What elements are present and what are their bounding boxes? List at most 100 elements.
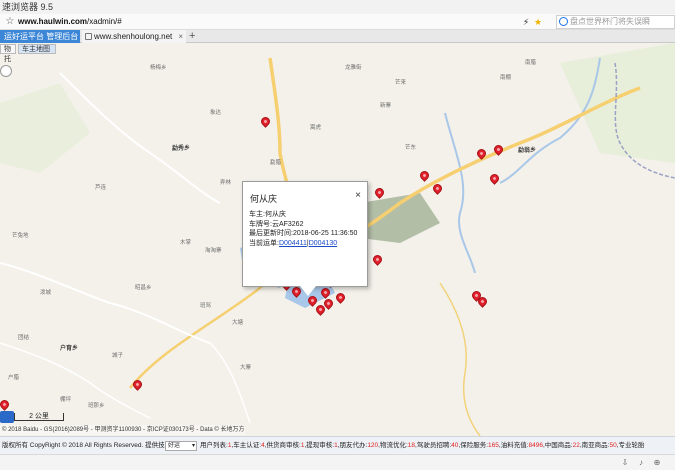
vehicle-info-window: 何从庆 × 车主:何从庆 车牌号:云AF3262 最后更新时间:2018-06-… [242,181,368,287]
stat-item[interactable]: 用户列表:1, [200,442,233,449]
stat-value: 120 [367,442,379,449]
stat-item[interactable]: 专业轮胎 [619,442,645,449]
map-canvas[interactable]: 物托 车主地图 杨梅乡 勐秀乡 芒兔地 户育乡 班那乡 昭昌乡 芦连 木掌 勐腊… [0,43,675,436]
map-pan-control-icon[interactable] [0,65,12,77]
footer-copyright: 版权所有 CopyRight © 2018 All Rights Reserve… [2,442,185,449]
tab-bar: 运好运平台 管理后台 www.shenhoulong.net × + [0,30,675,43]
stat-label: 专业轮胎 [618,442,645,449]
stat-item[interactable]: 供货商审核:1, [267,442,307,449]
place-label: 木掌 [180,240,192,246]
stat-label: 物流优化: [379,442,408,449]
stat-label: 车主认证: [233,442,262,449]
stat-item[interactable]: 油料充值:8496, [501,442,545,449]
lightning-icon[interactable]: ⚡ [520,15,532,29]
address-icons: ⚡ ★ [520,15,548,29]
support-select[interactable]: 好运 [165,441,197,451]
zoom-icon[interactable]: ⊕ [652,458,662,468]
place-label: 班骂 [200,303,212,309]
page-favicon-icon [85,33,92,40]
stat-label: 朋友代办: [339,442,368,449]
sound-icon[interactable]: ♪ [636,458,646,468]
place-label: 新寨 [380,103,392,109]
place-label: 杨梅乡 [150,65,167,71]
stat-label: 提现审核: [306,442,335,449]
url-host: www.haulwin.com [18,17,88,26]
place-label: 龙雅街 [345,65,362,71]
place-label: 芒兔地 [12,233,29,239]
stat-label: 保险服务: [460,442,489,449]
place-label: 班那乡 [88,403,105,409]
download-icon[interactable]: ⇩ [620,458,630,468]
place-label: 芒来 [395,80,407,86]
order-link[interactable]: D004411 [279,240,307,247]
place-label: 弄林 [220,180,232,186]
place-label: 勐秀乡 [172,146,191,152]
stat-item[interactable]: 保险服务:165, [460,442,500,449]
place-label: 昭昌乡 [135,285,152,291]
stat-value: 50 [609,442,617,449]
close-icon[interactable]: × [355,190,361,201]
place-label: 勐腊 [270,160,282,166]
stat-item[interactable]: 中国商品:22, [545,442,582,449]
place-label: 大寨 [240,365,252,371]
stat-item[interactable]: 朋友代办:120, [340,442,380,449]
orders-row: 当前运单:D004411|D004130 [249,239,338,247]
map-tab-vehicle-map[interactable]: 车主地图 [18,44,56,54]
stat-label: 供货商审核: [266,442,301,449]
plate-row: 车牌号:云AF3262 [249,220,304,228]
place-label: 南腊 [525,60,537,66]
search-icon [559,17,568,26]
place-label: 芒东 [405,145,417,151]
stat-value: 22 [572,442,580,449]
address-bar: ☆ www.haulwin.com/xadmin/# ⚡ ★ 盘点世界杯门将失误瞬 [0,14,675,30]
place-label: 南棚 [500,75,512,81]
place-label: 象达 [210,110,222,116]
search-input[interactable]: 盘点世界杯门将失误瞬 [556,15,675,29]
tab-label: www.shenhoulong.net [94,32,173,41]
window-title: 速浏览器 9.5 [0,0,675,14]
tab-close-icon[interactable]: × [178,30,183,43]
stat-item[interactable]: 南亚商品:50, [582,442,619,449]
place-label: 勐翁乡 [518,148,537,154]
map-tab-1[interactable]: 物托 [0,44,16,63]
new-tab-button[interactable]: + [189,30,195,43]
place-label: 团结 [18,335,30,341]
place-label: 户育乡 [60,346,79,352]
info-window-pointer [300,286,316,296]
stat-label: 南亚商品: [581,442,610,449]
tab-admin[interactable]: 运好运平台 管理后台 [0,30,80,43]
map-toolbar: 物托 车主地图 [0,43,60,63]
stat-label: 用户列表: [200,442,228,449]
updated-row: 最后更新时间:2018-06-25 11:36:50 [249,230,358,237]
place-label: 棚坪 [60,397,72,403]
order-link[interactable]: D004130 [309,240,337,247]
owner-row: 车主:何从庆 [249,211,286,218]
favorite-star-icon[interactable]: ★ [532,15,544,29]
stat-item[interactable]: 提现审核:1, [306,442,339,449]
baidu-logo-icon [0,411,14,423]
url-field[interactable]: www.haulwin.com/xadmin/# [18,17,122,26]
stat-label: 中国商品: [544,442,573,449]
tab-shenhoulong[interactable]: www.shenhoulong.net × [82,30,186,43]
place-label: 户腊 [8,375,20,381]
info-window-body: 车主:何从庆 车牌号:云AF3262 最后更新时间:2018-06-25 11:… [249,210,367,248]
tab-label: 运好运平台 管理后台 [4,32,79,41]
place-label: 芦连 [95,185,107,191]
stat-value: 18 [407,442,416,449]
stats-list: 用户列表:1,车主认证:4,供货商审核:1,提现审核:1,朋友代办:120,物流… [200,437,645,454]
admin-status-bar: 版权所有 CopyRight © 2018 All Rights Reserve… [0,436,675,454]
stat-item[interactable]: 物流优化:18, [380,442,417,449]
search-placeholder: 盘点世界杯门将失误瞬 [570,17,650,26]
bookmark-icon[interactable]: ☆ [4,16,16,28]
place-label: 城子 [112,353,124,359]
place-label: 大塘 [232,320,244,326]
info-window-title: 何从庆 [250,194,278,204]
stat-item[interactable]: 车主认证:4, [233,442,266,449]
place-label: 嵩虎 [310,125,322,131]
stat-item[interactable]: 驾驶员招聘:40, [417,442,460,449]
place-label: 泼城 [40,290,52,296]
stat-label: 油料充值: [500,442,529,449]
place-label: 淘淘寨 [205,248,222,254]
url-path: /xadmin/# [87,17,122,26]
stat-value: 165 [488,442,499,449]
